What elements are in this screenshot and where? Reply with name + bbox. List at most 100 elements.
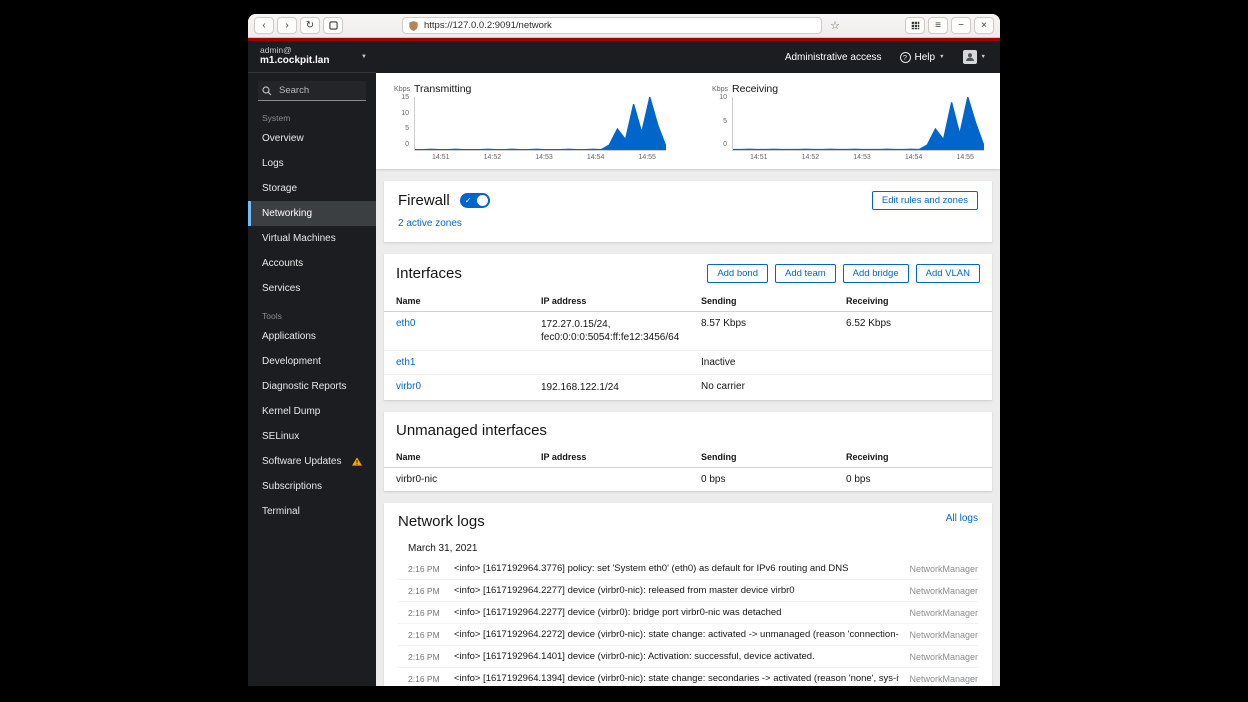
column-header-sending: Sending <box>701 296 846 306</box>
sidebar-item-label: Terminal <box>262 506 300 517</box>
interface-ip: 192.168.122.1/24 <box>541 381 701 394</box>
sidebar-item-storage[interactable]: Storage <box>248 176 376 201</box>
sidebar-item-terminal[interactable]: Terminal <box>248 499 376 524</box>
log-list: 2:16 PM <info> [1617192964.3776] policy:… <box>398 558 978 686</box>
firewall-card: Firewall ✓ Edit rules and zones 2 active… <box>384 181 992 242</box>
add-vlan-button[interactable]: Add VLAN <box>916 264 980 283</box>
interfaces-card: Interfaces Add bond Add team Add bridge … <box>384 254 992 400</box>
edit-rules-and-zones-button[interactable]: Edit rules and zones <box>872 191 978 210</box>
site-security-icon[interactable] <box>409 21 418 31</box>
interface-name: virbr0-nic <box>396 474 541 485</box>
reload-button[interactable]: ↻ <box>300 17 320 34</box>
url-bar[interactable] <box>402 17 822 34</box>
sidebar-item-overview[interactable]: Overview <box>248 126 376 151</box>
network-logs-card: Network logs All logs March 31, 2021 2:1… <box>384 503 992 686</box>
menu-button[interactable]: ≡ <box>928 17 948 34</box>
receiving-chart: Kbps Receiving 1050 14:5114:5214:5314:54… <box>706 81 984 164</box>
minimize-button[interactable]: − <box>951 17 971 34</box>
interface-ip: 172.27.0.15/24, fec0:0:0:0:5054:ff:fe12:… <box>541 318 701 344</box>
chart-y-axis: 1050 <box>706 94 732 148</box>
session-menu[interactable]: ▼ <box>963 50 986 64</box>
log-row[interactable]: 2:16 PM <info> [1617192964.2272] device … <box>398 623 978 645</box>
sidebar-item-selinux[interactable]: SELinux <box>248 424 376 449</box>
help-menu[interactable]: ? Help ▼ <box>900 52 945 63</box>
sidebar-item-applications[interactable]: Applications <box>248 324 376 349</box>
browser-window: ‹ › ↻ ☆ ≡ − × admin@ m1.cockpit.lan <box>248 14 1000 686</box>
interface-sending: 8.57 Kbps <box>701 318 846 329</box>
column-header-name: Name <box>396 296 541 306</box>
firewall-title: Firewall <box>398 192 450 209</box>
interface-sending: 0 bps <box>701 474 846 485</box>
sidebar-item-diagnostic-reports[interactable]: Diagnostic Reports <box>248 374 376 399</box>
sidebar-item-accounts[interactable]: Accounts <box>248 251 376 276</box>
sidebar-item-services[interactable]: Services <box>248 276 376 301</box>
add-bridge-button[interactable]: Add bridge <box>843 264 909 283</box>
axis-tick-label: 14:54 <box>905 154 923 164</box>
sidebar-item-label: Accounts <box>262 258 303 269</box>
interface-link-eth1[interactable]: eth1 <box>396 357 541 368</box>
sidebar-item-development[interactable]: Development <box>248 349 376 374</box>
bookmark-star-icon[interactable]: ☆ <box>827 19 843 32</box>
sidebar-item-label: Logs <box>262 158 284 169</box>
sidebar-item-networking[interactable]: Networking <box>248 201 376 226</box>
host-switcher[interactable]: admin@ m1.cockpit.lan ▼ <box>248 41 376 73</box>
log-time: 2:16 PM <box>408 630 444 640</box>
sidebar-search[interactable] <box>258 81 366 101</box>
tab-overview-button[interactable] <box>905 17 925 34</box>
main-content[interactable]: Kbps Transmitting 151050 14:5114:5214:53… <box>376 73 1000 686</box>
axis-tick-label: 14:51 <box>432 154 450 164</box>
log-time: 2:16 PM <box>408 652 444 662</box>
sidebar-item-logs[interactable]: Logs <box>248 151 376 176</box>
column-header-name: Name <box>396 452 541 462</box>
active-zones-link[interactable]: 2 active zones <box>398 218 462 229</box>
sidebar-item-subscriptions[interactable]: Subscriptions <box>248 474 376 499</box>
url-input[interactable] <box>422 19 815 32</box>
sidebar-item-label: Networking <box>262 208 312 219</box>
search-icon <box>262 86 272 96</box>
administrative-access-button[interactable]: Administrative access <box>785 52 882 63</box>
sidebar-item-virtual-machines[interactable]: Virtual Machines <box>248 226 376 251</box>
log-source: NetworkManager <box>909 652 978 662</box>
axis-tick-label: 14:52 <box>484 154 502 164</box>
search-input[interactable] <box>277 84 362 97</box>
sidebar-item-label: Storage <box>262 183 297 194</box>
new-tab-button[interactable] <box>323 17 343 34</box>
back-button[interactable]: ‹ <box>254 17 274 34</box>
log-time: 2:16 PM <box>408 674 444 684</box>
axis-tick-label: 10 <box>719 94 727 101</box>
add-bond-button[interactable]: Add bond <box>707 264 768 283</box>
interface-link-eth0[interactable]: eth0 <box>396 318 541 329</box>
axis-tick-label: 5 <box>405 125 409 132</box>
log-row[interactable]: 2:16 PM <info> [1617192964.3776] policy:… <box>398 558 978 579</box>
sidebar-item-kernel-dump[interactable]: Kernel Dump <box>248 399 376 424</box>
axis-tick-label: 5 <box>723 118 727 125</box>
sidebar-item-label: Diagnostic Reports <box>262 381 346 392</box>
unmanaged-title: Unmanaged interfaces <box>396 422 547 439</box>
all-logs-link[interactable]: All logs <box>946 513 978 524</box>
log-row[interactable]: 2:16 PM <info> [1617192964.1394] device … <box>398 667 978 686</box>
unmanaged-interfaces-card: Unmanaged interfaces Name IP address Sen… <box>384 412 992 491</box>
forward-button[interactable]: › <box>277 17 297 34</box>
help-label: Help <box>915 52 936 63</box>
close-button[interactable]: × <box>974 17 994 34</box>
log-message: <info> [1617192964.2277] device (virbr0-… <box>454 585 899 596</box>
add-team-button[interactable]: Add team <box>775 264 836 283</box>
table-row: virbr0 192.168.122.1/24 No carrier <box>384 375 992 400</box>
chart-unit-label: Kbps <box>712 86 732 93</box>
sidebar-item-label: Kernel Dump <box>262 406 320 417</box>
chart-x-axis: 14:5114:5214:5314:5414:55 <box>414 151 666 164</box>
warning-icon <box>352 457 362 466</box>
axis-tick-label: 0 <box>405 141 409 148</box>
log-row[interactable]: 2:16 PM <info> [1617192964.1401] device … <box>398 645 978 667</box>
interface-link-virbr0[interactable]: virbr0 <box>396 381 541 392</box>
interfaces-table-header: Name IP address Sending Receiving <box>384 293 992 312</box>
chart-plot-area <box>414 97 666 151</box>
chart-unit-label: Kbps <box>394 86 414 93</box>
log-row[interactable]: 2:16 PM <info> [1617192964.2277] device … <box>398 601 978 623</box>
toggle-knob <box>477 195 488 206</box>
log-source: NetworkManager <box>909 564 978 574</box>
axis-tick-label: 14:53 <box>853 154 871 164</box>
sidebar-item-software-updates[interactable]: Software Updates <box>248 449 376 474</box>
firewall-toggle[interactable]: ✓ <box>460 193 490 208</box>
log-row[interactable]: 2:16 PM <info> [1617192964.2277] device … <box>398 579 978 601</box>
